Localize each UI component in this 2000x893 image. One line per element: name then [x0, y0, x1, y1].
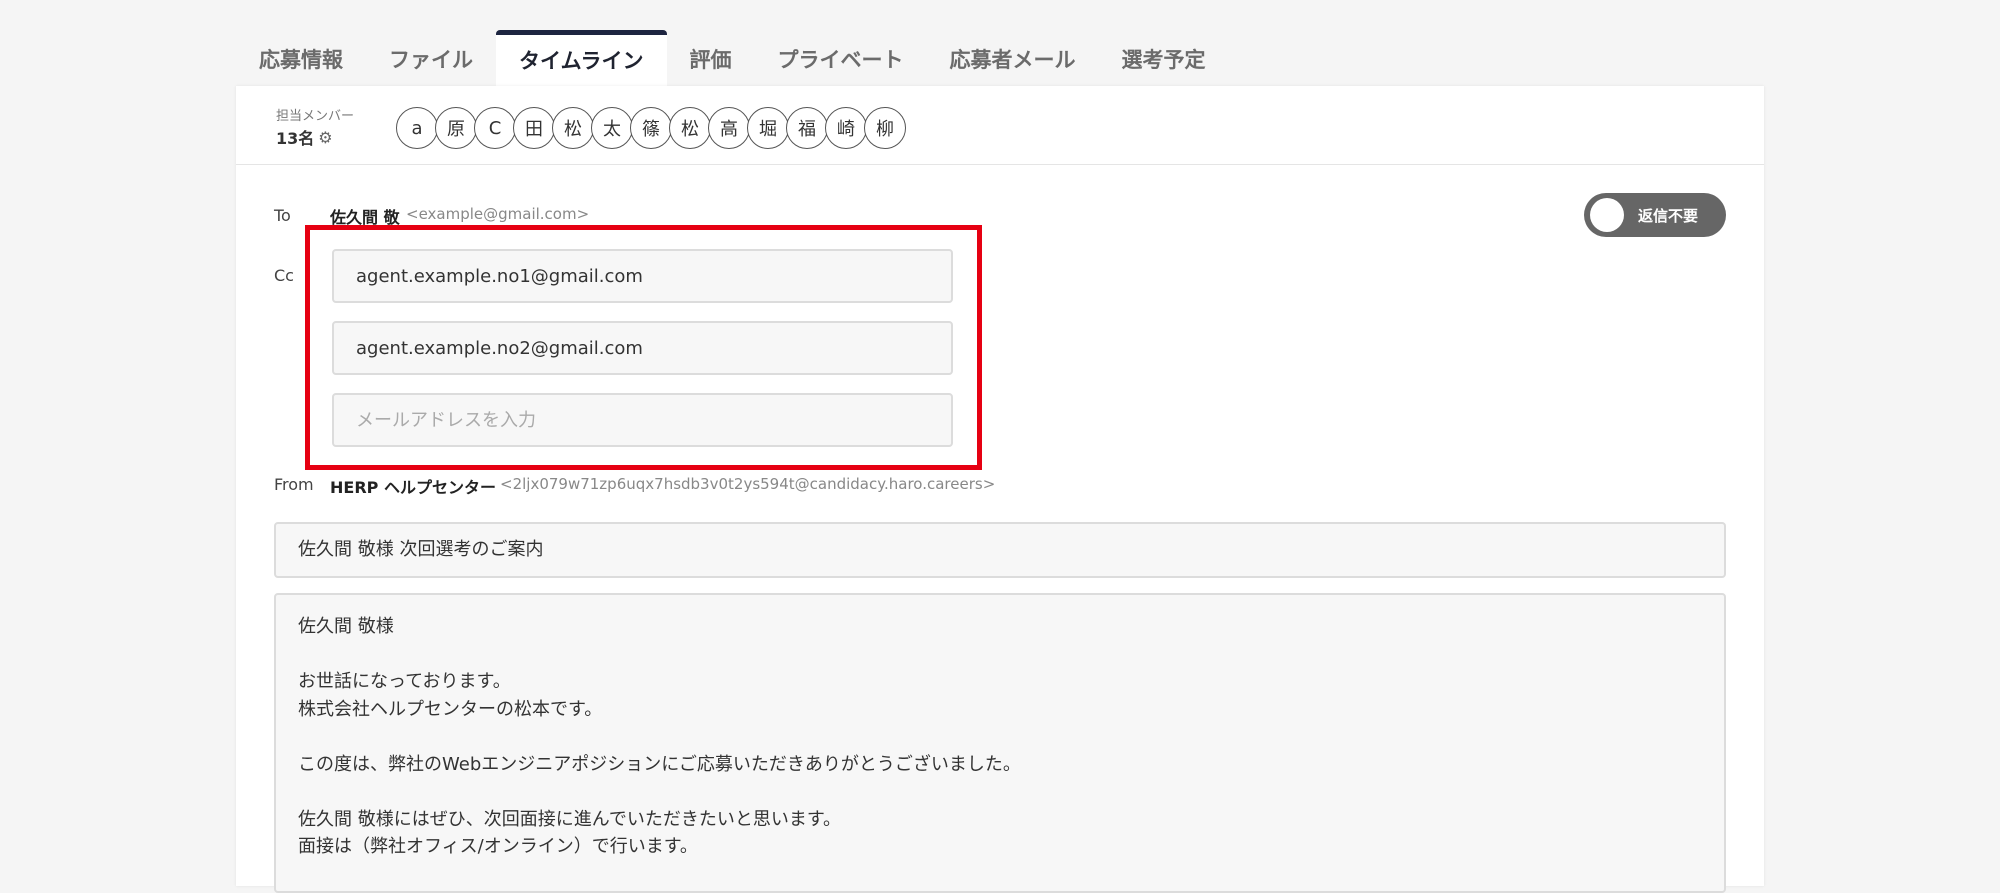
tab-timeline[interactable]: タイムライン [496, 30, 667, 86]
body-line [298, 778, 1702, 806]
to-email: <example@gmail.com> [406, 205, 590, 223]
member-avatars: a 原 C 田 松 太 篠 松 高 堀 福 崎 柳 [396, 107, 906, 149]
cc-field-1[interactable] [332, 249, 953, 303]
body-line: 株式会社ヘルプセンターの松本です。 [298, 698, 603, 720]
from-name: HERP ヘルプセンター [330, 478, 496, 497]
body-line [298, 723, 1702, 751]
avatar[interactable]: 松 [552, 107, 594, 149]
from-label: From [274, 475, 314, 494]
message-body[interactable]: 佐久間 敬様 お世話になっております。 株式会社ヘルプセンターの松本です。 この… [274, 593, 1726, 893]
members-count-text: 13名 [276, 129, 315, 148]
avatar[interactable]: 篠 [630, 107, 672, 149]
tab-bar: 応募情報 ファイル タイムライン 評価 プライベート 応募者メール 選考予定 [236, 30, 1229, 86]
tab-application-info[interactable]: 応募情報 [236, 30, 366, 86]
to-name: 佐久間 敬 [330, 208, 400, 227]
cc-field-2[interactable] [332, 321, 953, 375]
members-bar: 担当メンバー 13名 ⚙ a 原 C 田 松 太 篠 松 高 堀 福 崎 柳 [236, 86, 1764, 165]
no-reply-toggle-label: 返信不要 [1638, 207, 1699, 225]
gear-icon[interactable]: ⚙ [318, 128, 332, 147]
to-label: To [274, 206, 291, 225]
tab-files[interactable]: ファイル [366, 30, 496, 86]
avatar[interactable]: 堀 [747, 107, 789, 149]
avatar[interactable]: 福 [786, 107, 828, 149]
tab-schedule[interactable]: 選考予定 [1099, 30, 1229, 86]
avatar[interactable]: 田 [513, 107, 555, 149]
avatar[interactable]: 柳 [864, 107, 906, 149]
from-email: <2ljx079w71zp6uqx7hsdb3v0t2ys594t@candid… [500, 475, 996, 493]
body-line: 佐久間 敬様 [298, 616, 394, 637]
body-line: お世話になっております。 [298, 671, 511, 692]
cc-label: Cc [274, 266, 294, 285]
body-line: 面接は（弊社オフィス/オンライン）で行います。 [298, 836, 698, 857]
members-label: 担当メンバー [276, 109, 355, 124]
subject-field[interactable]: 佐久間 敬様 次回選考のご案内 [274, 522, 1726, 578]
cc-field-new[interactable] [332, 393, 953, 447]
avatar[interactable]: 松 [669, 107, 711, 149]
no-reply-toggle[interactable]: 返信不要 [1584, 193, 1726, 237]
tab-private[interactable]: プライベート [755, 30, 927, 86]
avatar[interactable]: 崎 [825, 107, 867, 149]
tab-evaluation[interactable]: 評価 [667, 30, 755, 86]
members-count: 13名 ⚙ [276, 125, 333, 149]
toggle-knob [1590, 198, 1624, 232]
avatar[interactable]: 原 [435, 107, 477, 149]
avatar[interactable]: C [474, 107, 516, 149]
avatar[interactable]: a [396, 107, 438, 149]
timeline-card: 担当メンバー 13名 ⚙ a 原 C 田 松 太 篠 松 高 堀 福 崎 柳 T… [236, 86, 1764, 893]
tab-applicant-mail[interactable]: 応募者メール [927, 30, 1099, 86]
body-line: この度は、弊社のWebエンジニアポジションにご応募いただきありがとうございました… [298, 753, 1021, 775]
avatar[interactable]: 高 [708, 107, 750, 149]
body-line [298, 641, 1702, 669]
body-line: 佐久間 敬様にはぜひ、次回面接に進んでいただきたいと思います。 [298, 808, 842, 830]
avatar[interactable]: 太 [591, 107, 633, 149]
